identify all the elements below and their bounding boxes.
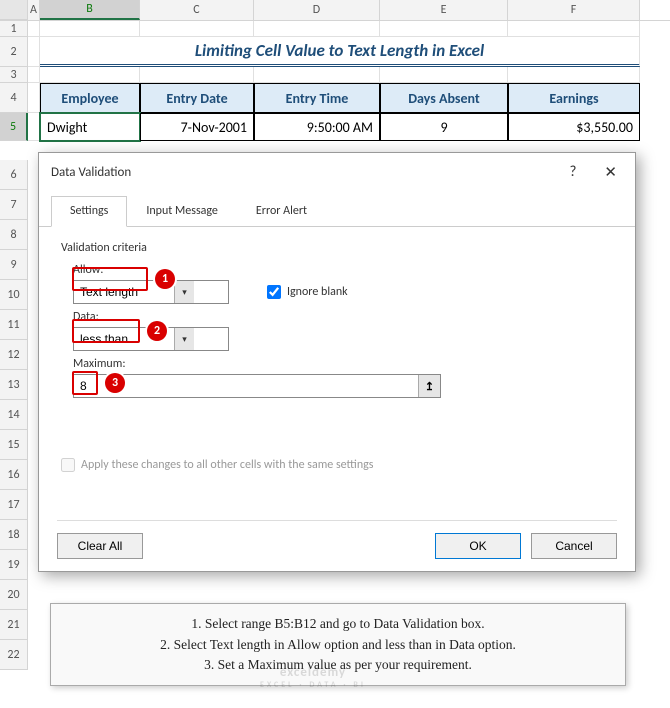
- apply-all-checkbox: [61, 458, 75, 472]
- row-header-15[interactable]: 15: [0, 430, 28, 460]
- page-title: Limiting Cell Value to Text Length in Ex…: [40, 37, 640, 67]
- data-validation-dialog: Data Validation ? ✕ Settings Input Messa…: [38, 152, 636, 572]
- cell-f5[interactable]: $3,550.00: [508, 113, 640, 141]
- select-all-corner[interactable]: [0, 0, 28, 20]
- row-header-18[interactable]: 18: [0, 520, 28, 550]
- row-header-22[interactable]: 22: [0, 640, 28, 670]
- range-picker-icon[interactable]: ↥: [418, 375, 440, 397]
- row-header-9[interactable]: 9: [0, 250, 28, 280]
- row-header-21[interactable]: 21: [0, 610, 28, 640]
- cell-d5[interactable]: 9:50:00 AM: [254, 113, 380, 141]
- row-header-7[interactable]: 7: [0, 190, 28, 220]
- instruction-line-1: 1. Select range B5:B12 and go to Data Va…: [65, 614, 611, 634]
- row-header-11[interactable]: 11: [0, 310, 28, 340]
- col-header-b[interactable]: B: [40, 0, 140, 20]
- row-header-14[interactable]: 14: [0, 400, 28, 430]
- allow-label: Allow:: [73, 263, 613, 277]
- watermark: exceldemy EXCEL · DATA · BI: [260, 665, 366, 690]
- apply-all-label: Apply these changes to all other cells w…: [81, 458, 373, 472]
- allow-combo[interactable]: ▾: [73, 280, 229, 304]
- tab-input-message[interactable]: Input Message: [127, 196, 237, 226]
- criteria-label: Validation criteria: [61, 241, 613, 255]
- row-header-6[interactable]: 6: [0, 160, 28, 190]
- row-header-17[interactable]: 17: [0, 490, 28, 520]
- chevron-down-icon[interactable]: ▾: [174, 328, 194, 350]
- spreadsheet: A B C D E F 1 2 Limiting Cell Value to Te…: [0, 0, 670, 141]
- ignore-blank-label: Ignore blank: [287, 285, 348, 299]
- max-label: Maximum:: [73, 357, 613, 371]
- row-header-1[interactable]: 1: [0, 21, 28, 37]
- max-input[interactable]: [74, 375, 418, 397]
- tab-error-alert[interactable]: Error Alert: [237, 196, 326, 226]
- cell-c5[interactable]: 7-Nov-2001: [140, 113, 254, 141]
- ok-button[interactable]: OK: [435, 533, 521, 559]
- tab-settings[interactable]: Settings: [51, 196, 127, 227]
- th-days: Days Absent: [380, 83, 508, 113]
- row-header-16[interactable]: 16: [0, 460, 28, 490]
- th-earnings: Earnings: [508, 83, 640, 113]
- row-header-5[interactable]: 5: [0, 113, 28, 141]
- row-header-4[interactable]: 4: [0, 83, 28, 113]
- dialog-title: Data Validation: [51, 165, 131, 180]
- th-time: Entry Time: [254, 83, 380, 113]
- row-header-20[interactable]: 20: [0, 580, 28, 610]
- help-button[interactable]: ?: [563, 161, 582, 184]
- badge-3: 3: [105, 373, 125, 393]
- ignore-blank-checkbox[interactable]: [267, 285, 281, 299]
- row-header-2[interactable]: 2: [0, 37, 28, 67]
- col-header-f[interactable]: F: [508, 0, 640, 20]
- badge-1: 1: [155, 269, 175, 289]
- close-button[interactable]: ✕: [598, 161, 623, 184]
- badge-2: 2: [147, 321, 167, 341]
- th-date: Entry Date: [140, 83, 254, 113]
- row-header-12[interactable]: 12: [0, 340, 28, 370]
- cell-e5[interactable]: 9: [380, 113, 508, 141]
- cancel-button[interactable]: Cancel: [531, 533, 617, 559]
- col-header-c[interactable]: C: [140, 0, 254, 20]
- clear-all-button[interactable]: Clear All: [57, 533, 143, 559]
- row-header-8[interactable]: 8: [0, 220, 28, 250]
- th-employee: Employee: [40, 83, 140, 113]
- instruction-line-2: 2. Select Text length in Allow option an…: [65, 635, 611, 655]
- chevron-down-icon[interactable]: ▾: [174, 281, 194, 303]
- row-header-19[interactable]: 19: [0, 550, 28, 580]
- row-header-13[interactable]: 13: [0, 370, 28, 400]
- col-header-e[interactable]: E: [380, 0, 508, 20]
- col-header-a[interactable]: A: [28, 0, 40, 20]
- cell-b5[interactable]: Dwight: [40, 113, 140, 141]
- row-header-3[interactable]: 3: [0, 67, 28, 83]
- row-header-10[interactable]: 10: [0, 280, 28, 310]
- col-header-d[interactable]: D: [254, 0, 380, 20]
